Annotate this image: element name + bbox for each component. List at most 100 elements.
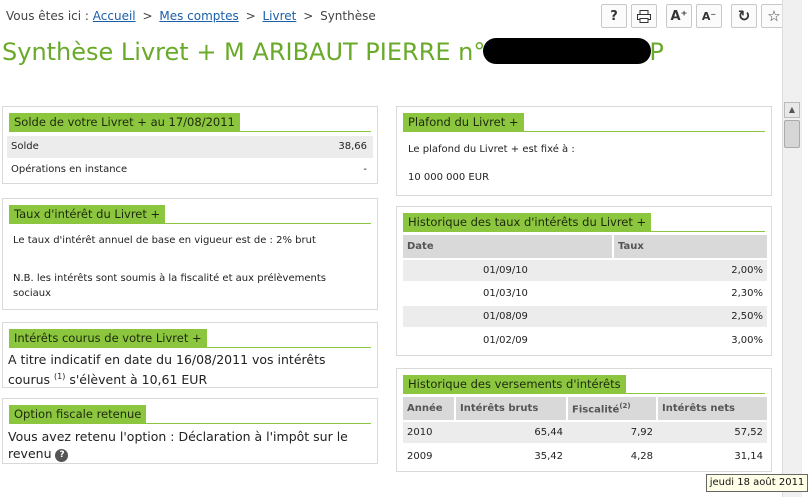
operations-value: - [363,164,367,175]
historique-versements-heading: Historique des versements d'intérêts [403,375,626,393]
annee-cell: 2010 [403,420,455,444]
heading-divider [403,393,765,394]
historique-taux-heading: Historique des taux d'intérêts du Livret… [403,213,652,231]
taux-note-text-cont: sociaux [13,288,51,299]
annee-cell: 2009 [403,443,455,467]
print-icon[interactable] [631,4,657,28]
table-header-row: Année Intérêts bruts Fiscalité(2) Intérê… [403,397,767,421]
col-fiscalite-header: Fiscalité(2) [567,397,658,421]
col-nets-header: Intérêts nets [657,397,767,421]
footnote-1-link[interactable]: (1) [54,372,65,381]
nets-cell: 31,14 [657,443,767,467]
refresh-icon[interactable]: ↻ [731,4,757,28]
option-fiscale-line1: Vous avez retenu l'option : Déclaration … [8,429,348,444]
breadcrumb-separator: > [142,9,153,23]
plafond-panel-heading: Plafond du Livret + [403,113,524,131]
solde-panel: Solde de votre Livret + au 17/08/2011 So… [2,106,378,184]
operations-label: Opérations en instance [11,164,128,175]
interets-courus-heading: Intérêts courus de votre Livret + [9,329,207,347]
table-header-row: Date Taux [403,235,767,259]
option-fiscale-text: Vous avez retenu l'option : Déclaration … [8,428,348,462]
page-title: Synthèse Livret + M ARIBAUT PIERRE n° P [2,38,664,66]
taux-value-cell: 2,30% [613,281,767,305]
date-tooltip: jeudi 18 août 2011 [706,474,808,492]
interets-courus-line2: courus (1) s'élèvent à 10,61 EUR [8,368,326,388]
taux-date-cell: 01/08/09 [403,304,613,328]
bruts-cell: 35,42 [455,443,567,467]
heading-divider [403,131,765,132]
heading-divider [9,347,371,348]
col-annee-header: Année [403,397,456,421]
interets-amount-text: s'élèvent à 10,61 EUR [65,372,208,388]
font-increase-icon[interactable]: A⁺ [666,4,692,28]
solde-value: 38,66 [338,141,367,152]
taux-panel: Taux d'intérêt du Livret + Le taux d'int… [2,198,378,310]
help-icon[interactable]: ? [55,449,69,462]
option-fiscale-line2: revenu ? [8,445,348,462]
fiscalite-cell: 7,92 [567,420,657,444]
taux-panel-heading: Taux d'intérêt du Livret + [9,205,166,223]
bruts-cell: 65,44 [455,420,567,444]
page-title-suffix: P [649,38,664,66]
breadcrumb-prefix: Vous êtes ici : [6,9,89,23]
historique-taux-table: Date Taux 01/09/10 2,00% 01/03/10 2,30% … [403,235,767,351]
table-row: 01/03/10 2,30% [403,281,767,305]
taux-base-text: Le taux d'intérêt annuel de base en vigu… [13,235,316,246]
fiscalite-cell: 4,28 [567,443,657,467]
page-toolbar: ? A⁺ A⁻ ↻ ☆ [601,4,791,28]
redacted-account-number [483,38,652,64]
table-row: 01/09/10 2,00% [403,258,767,282]
solde-panel-heading: Solde de votre Livret + au 17/08/2011 [9,113,240,131]
interets-courus-panel: Intérêts courus de votre Livret + A titr… [2,322,378,388]
option-fiscale-value: revenu [8,446,52,461]
col-fiscalite-label: Fiscalité [572,404,620,416]
taux-date-cell: 01/02/09 [403,327,613,351]
taux-date-cell: 01/09/10 [403,258,613,282]
footnote-2-link[interactable]: (2) [619,402,630,410]
col-date-header: Date [403,235,614,259]
historique-taux-panel: Historique des taux d'intérêts du Livret… [396,206,772,356]
solde-label: Solde [11,141,39,152]
taux-value-cell: 2,50% [613,304,767,328]
plafond-text: Le plafond du Livret + est fixé à : [408,144,575,155]
solde-row: Solde 38,66 [7,136,373,158]
font-decrease-icon[interactable]: A⁻ [696,4,722,28]
col-bruts-header: Intérêts bruts [455,397,568,421]
plafond-amount: 10 000 000 EUR [408,172,490,183]
heading-divider [9,423,371,424]
table-row: 01/02/09 3,00% [403,327,767,351]
col-taux-header: Taux [613,235,767,259]
breadcrumb-separator: > [303,9,314,23]
taux-value-cell: 2,00% [613,258,767,282]
taux-date-cell: 01/03/10 [403,281,613,305]
option-fiscale-heading: Option fiscale retenue [9,405,147,423]
interets-courus-line1: A titre indicatif en date du 16/08/2011 … [8,352,326,367]
taux-note-text: N.B. les intérêts sont soumis à la fisca… [13,273,326,284]
breadcrumb-separator: > [245,9,256,23]
taux-value-cell: 3,00% [613,327,767,351]
nets-cell: 57,52 [657,420,767,444]
breadcrumb-current: Synthèse [320,9,376,23]
courus-word: courus [8,372,54,388]
historique-versements-table: Année Intérêts bruts Fiscalité(2) Intérê… [403,397,767,467]
breadcrumb-link-mes-comptes[interactable]: Mes comptes [159,9,238,23]
help-icon[interactable]: ? [601,4,627,28]
heading-divider [9,131,371,132]
breadcrumb: Vous êtes ici : Accueil > Mes comptes > … [6,9,376,23]
breadcrumb-link-livret[interactable]: Livret [262,9,296,23]
table-row: 2009 35,42 4,28 31,14 [403,443,767,467]
page-title-prefix: Synthèse Livret + M ARIBAUT PIERRE n° [2,38,486,66]
table-row: 01/08/09 2,50% [403,304,767,328]
scrollbar-thumb[interactable] [784,120,800,148]
scroll-up-arrow-icon[interactable]: ▲ [784,102,800,118]
plafond-panel: Plafond du Livret + Le plafond du Livret… [396,106,772,196]
option-fiscale-panel: Option fiscale retenue Vous avez retenu … [2,398,378,464]
heading-divider [403,231,765,232]
table-row: 2010 65,44 7,92 57,52 [403,420,767,444]
breadcrumb-link-accueil[interactable]: Accueil [93,9,136,23]
historique-versements-panel: Historique des versements d'intérêts Ann… [396,368,772,472]
operations-row: Opérations en instance - [7,159,373,181]
heading-divider [9,223,371,224]
interets-courus-text: A titre indicatif en date du 16/08/2011 … [8,351,326,388]
vertical-scrollbar[interactable] [782,0,802,497]
